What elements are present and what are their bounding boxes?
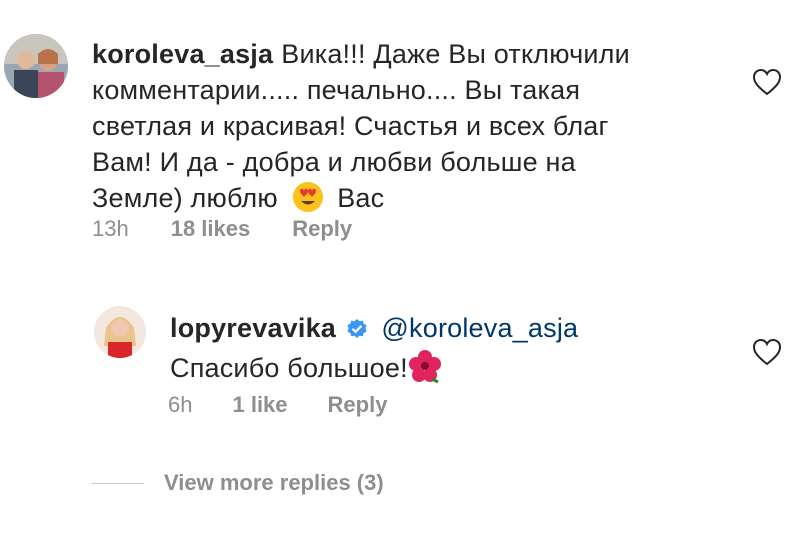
view-more-label: View more replies (3) — [164, 470, 384, 495]
comment-meta: 13h 18 likes Reply — [92, 216, 352, 242]
avatar-lopyrevavika[interactable] — [94, 306, 146, 358]
like-heart-icon[interactable] — [752, 68, 782, 96]
view-more-replies-button[interactable]: View more replies (3) — [92, 470, 384, 496]
avatar-koroleva[interactable] — [4, 34, 68, 98]
reply-button[interactable]: Reply — [292, 216, 352, 242]
reply-meta: 6h 1 like Reply — [168, 392, 387, 418]
avatar-photo-icon — [94, 306, 146, 358]
comment-line: Земле) люблю — [92, 183, 278, 213]
divider-line — [92, 482, 144, 484]
hibiscus-emoji-icon — [408, 349, 442, 392]
reply-username[interactable]: lopyrevavika — [170, 313, 336, 343]
reply-line: Спасибо большое! — [170, 353, 408, 383]
comment-likes[interactable]: 18 likes — [171, 216, 251, 242]
comment-text: koroleva_asja Вика!!! Даже Вы отключили к… — [92, 36, 732, 222]
comment-username[interactable]: koroleva_asja — [92, 39, 273, 69]
comment-line: комментарии..... печально.... Вы такая — [92, 75, 581, 105]
mention-link[interactable]: @koroleva_asja — [381, 313, 578, 343]
avatar-photo-icon — [4, 34, 68, 98]
comment-line: Вам! И да - добра и любви больше на — [92, 147, 576, 177]
comment-time: 13h — [92, 216, 129, 241]
comment-line: светлая и красивая! Счастья и всех благ — [92, 111, 609, 141]
like-heart-icon[interactable] — [752, 338, 782, 366]
reply-text: lopyrevavika @koroleva_asja Спасибо боль… — [170, 310, 730, 392]
reply-likes[interactable]: 1 like — [232, 392, 287, 418]
comment-line: Вас — [337, 183, 385, 213]
verified-badge-icon — [346, 313, 368, 349]
reply-button[interactable]: Reply — [328, 392, 388, 418]
reply-time: 6h — [168, 392, 193, 417]
comment-line: Вика!!! Даже Вы отключили — [281, 39, 630, 69]
